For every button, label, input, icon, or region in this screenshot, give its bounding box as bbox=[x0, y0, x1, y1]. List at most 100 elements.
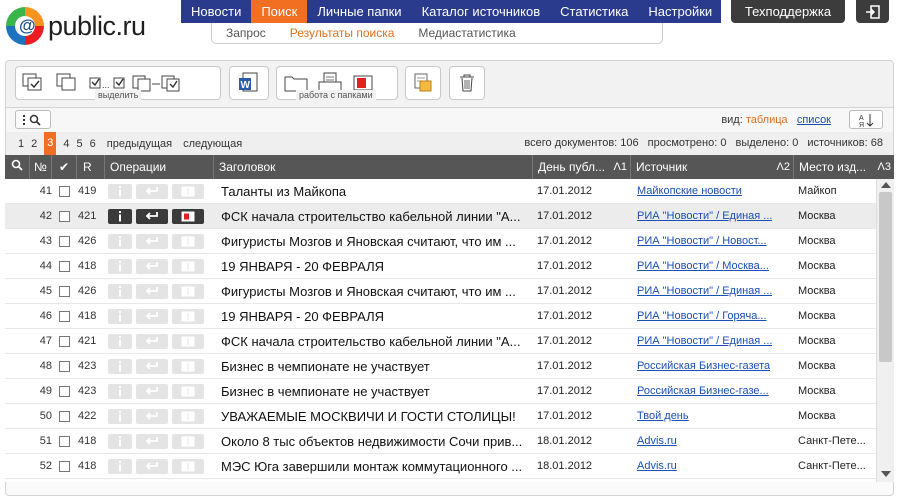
info-button[interactable] bbox=[108, 183, 132, 199]
table-row[interactable]: 50 422 УВАЖАЕМЫЕ МОСКВИЧИ И ГОСТИ СТОЛИЦЫ!… bbox=[5, 404, 876, 429]
row-source-link[interactable]: Твой день bbox=[637, 410, 689, 422]
row-source-link[interactable]: РИА "Новости" / Москва... bbox=[637, 260, 769, 272]
open-button[interactable] bbox=[136, 233, 168, 249]
nav-item-personal-folders[interactable]: Личные папки bbox=[307, 0, 411, 23]
page-2[interactable]: 2 bbox=[31, 138, 37, 150]
row-checkbox[interactable] bbox=[59, 285, 70, 297]
row-checkbox[interactable] bbox=[59, 360, 70, 372]
row-title[interactable]: 19 ЯНВАРЯ - 20 ФЕВРАЛЯ bbox=[214, 254, 533, 279]
folder-add-button[interactable] bbox=[172, 258, 204, 274]
open-button[interactable] bbox=[136, 358, 168, 374]
table-row[interactable]: 41 419 Таланты из Майкопа 17.01.2012 Майкопс… bbox=[5, 179, 876, 204]
table-row[interactable]: 45 426 Фигуристы Мозгов и Яновская считают… bbox=[5, 279, 876, 304]
table-row[interactable]: 46 418 19 ЯНВАРЯ - 20 ФЕВРАЛЯ 17.01.2012 РИА… bbox=[5, 304, 876, 329]
info-button[interactable] bbox=[108, 333, 132, 349]
row-title[interactable]: ФСК начала строительство кабельной линии… bbox=[214, 329, 533, 354]
info-button[interactable] bbox=[108, 258, 132, 274]
row-title[interactable]: Бизнес в чемпионате не участвует bbox=[214, 379, 533, 404]
open-button[interactable] bbox=[136, 208, 168, 224]
row-source-link[interactable]: РИА "Новости" / Единая ... bbox=[637, 285, 772, 297]
header-source[interactable]: Источник Λ2 bbox=[631, 155, 794, 179]
folder-add-button[interactable] bbox=[172, 233, 204, 249]
open-button[interactable] bbox=[136, 308, 168, 324]
row-checkbox[interactable] bbox=[59, 435, 70, 447]
scroll-thumb[interactable] bbox=[879, 192, 892, 362]
page-5[interactable]: 5 bbox=[77, 138, 83, 150]
page-4[interactable]: 4 bbox=[63, 138, 69, 150]
nav-item-search[interactable]: Поиск bbox=[251, 0, 308, 23]
folder-add-button[interactable] bbox=[172, 383, 204, 399]
page-3-current[interactable]: 3 bbox=[44, 132, 57, 155]
exit-button[interactable] bbox=[856, 0, 889, 23]
delete-button[interactable] bbox=[454, 70, 480, 96]
page-6[interactable]: 6 bbox=[90, 138, 96, 150]
row-title[interactable]: Около 8 тыс объектов недвижимости Сочи п… bbox=[214, 429, 533, 454]
archive-button[interactable] bbox=[410, 70, 436, 96]
open-button[interactable] bbox=[136, 458, 168, 474]
table-row[interactable]: 42 421 ФСК начала строительство кабельной … bbox=[5, 204, 876, 229]
subnav-query[interactable]: Запрос bbox=[226, 26, 266, 40]
info-button[interactable] bbox=[108, 358, 132, 374]
row-title[interactable]: Таланты из Майкопа bbox=[214, 179, 533, 204]
nav-item-statistics[interactable]: Статистика bbox=[550, 0, 638, 23]
row-checkbox[interactable] bbox=[59, 310, 70, 322]
header-date[interactable]: День публ... Λ1 bbox=[533, 155, 631, 179]
row-title[interactable]: УВАЖАЕМЫЕ МОСКВИЧИ И ГОСТИ СТОЛИЦЫ! bbox=[214, 404, 533, 429]
header-search[interactable] bbox=[5, 155, 30, 179]
row-source-link[interactable]: РИА "Новости" / Горяча... bbox=[637, 310, 767, 322]
row-checkbox[interactable] bbox=[59, 335, 70, 347]
info-button[interactable] bbox=[108, 458, 132, 474]
info-button[interactable] bbox=[108, 433, 132, 449]
info-button[interactable] bbox=[108, 233, 132, 249]
row-source-link[interactable]: Майкопские новости bbox=[637, 185, 742, 197]
support-button[interactable]: Техподдержка bbox=[731, 0, 845, 23]
open-button[interactable] bbox=[136, 283, 168, 299]
row-title[interactable]: Бизнес в чемпионате не участвует bbox=[214, 354, 533, 379]
page-1[interactable]: 1 bbox=[18, 138, 24, 150]
view-table-option[interactable]: таблица bbox=[746, 114, 788, 126]
open-button[interactable] bbox=[136, 183, 168, 199]
open-button[interactable] bbox=[136, 408, 168, 424]
query-menu-button[interactable] bbox=[15, 110, 51, 129]
folder-add-button[interactable] bbox=[172, 358, 204, 374]
info-button[interactable] bbox=[108, 383, 132, 399]
subnav-search-results[interactable]: Результаты поиска bbox=[290, 26, 395, 40]
header-check[interactable]: ✔ bbox=[52, 155, 77, 179]
select-all-button[interactable] bbox=[20, 70, 50, 96]
folder-add-button[interactable] bbox=[172, 408, 204, 424]
open-button[interactable] bbox=[136, 333, 168, 349]
info-button[interactable] bbox=[108, 308, 132, 324]
vertical-scrollbar[interactable] bbox=[876, 179, 894, 482]
row-source-link[interactable]: Advis.ru bbox=[637, 460, 677, 472]
row-checkbox[interactable] bbox=[59, 460, 70, 472]
row-checkbox[interactable] bbox=[59, 185, 70, 197]
row-title[interactable]: 19 ЯНВАРЯ - 20 ФЕВРАЛЯ bbox=[214, 304, 533, 329]
header-place[interactable]: Место изд... Λ3 bbox=[794, 155, 894, 179]
header-title[interactable]: Заголовок bbox=[214, 155, 533, 179]
scroll-up-icon[interactable] bbox=[881, 182, 891, 188]
info-button[interactable] bbox=[108, 208, 132, 224]
row-checkbox[interactable] bbox=[59, 235, 70, 247]
row-checkbox[interactable] bbox=[59, 210, 70, 222]
header-r[interactable]: R bbox=[77, 155, 105, 179]
scroll-down-icon[interactable] bbox=[881, 471, 891, 477]
row-source-link[interactable]: Российская Бизнес-газета bbox=[637, 360, 770, 372]
open-button[interactable] bbox=[136, 383, 168, 399]
open-button[interactable] bbox=[136, 433, 168, 449]
sort-button[interactable]: AЯ bbox=[849, 110, 883, 129]
view-list-option[interactable]: список bbox=[797, 114, 831, 126]
folder-add-button[interactable] bbox=[172, 308, 204, 324]
row-title[interactable]: Фигуристы Мозгов и Яновская считают, что… bbox=[214, 229, 533, 254]
folder-add-button[interactable] bbox=[172, 283, 204, 299]
row-source-link[interactable]: Advis.ru bbox=[637, 435, 677, 447]
table-row[interactable]: 44 418 19 ЯНВАРЯ - 20 ФЕВРАЛЯ 17.01.2012 РИА… bbox=[5, 254, 876, 279]
table-row[interactable]: 51 418 Около 8 тыс объектов недвижимости С… bbox=[5, 429, 876, 454]
nav-item-source-catalog[interactable]: Каталог источников bbox=[412, 0, 551, 23]
row-title[interactable]: Фигуристы Мозгов и Яновская считают, что… bbox=[214, 279, 533, 304]
row-source-link[interactable]: Российская Бизнес-газе... bbox=[637, 385, 769, 397]
table-row[interactable]: 52 418 МЭС Юга завершили монтаж коммутацио… bbox=[5, 454, 876, 479]
row-title[interactable]: МЭС Юга завершили монтаж коммутационного… bbox=[214, 454, 533, 479]
prev-page-link[interactable]: предыдущая bbox=[107, 138, 172, 150]
deselect-all-button[interactable] bbox=[54, 70, 84, 96]
header-num[interactable]: № bbox=[30, 155, 52, 179]
